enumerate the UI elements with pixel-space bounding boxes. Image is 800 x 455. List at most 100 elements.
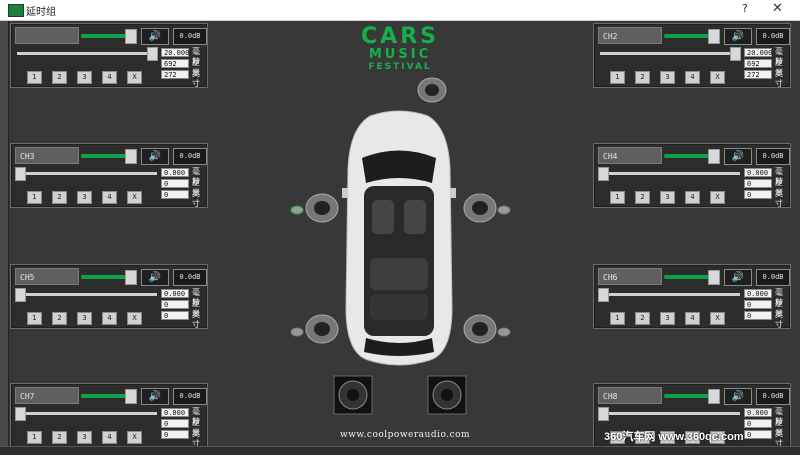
mute-speaker-button[interactable]: 🔊 bbox=[141, 269, 169, 286]
link-button-4[interactable]: 4 bbox=[102, 71, 117, 84]
delay-slider-track[interactable] bbox=[600, 52, 740, 55]
gain-slider-handle[interactable] bbox=[125, 149, 137, 164]
link-button-1[interactable]: 1 bbox=[27, 191, 42, 204]
gain-slider-track[interactable] bbox=[81, 394, 131, 398]
delay-cm-input[interactable]: 0 bbox=[161, 300, 189, 309]
delay-inch-input[interactable]: 0 bbox=[161, 190, 189, 199]
delay-ms-input[interactable]: 20.000 bbox=[161, 48, 189, 57]
link-button-4[interactable]: 4 bbox=[102, 312, 117, 325]
delay-inch-input[interactable]: 0 bbox=[161, 311, 189, 320]
mute-speaker-button[interactable]: 🔊 bbox=[141, 28, 169, 45]
link-button-1[interactable]: 1 bbox=[610, 71, 625, 84]
delay-slider-handle[interactable] bbox=[147, 47, 158, 61]
delay-slider-handle[interactable] bbox=[598, 288, 609, 302]
link-button-2[interactable]: 2 bbox=[52, 312, 67, 325]
link-button-3[interactable]: 3 bbox=[660, 71, 675, 84]
link-button-2[interactable]: 2 bbox=[52, 71, 67, 84]
gain-slider-handle[interactable] bbox=[125, 270, 137, 285]
delay-inch-input[interactable]: 0 bbox=[161, 430, 189, 439]
delay-slider-handle[interactable] bbox=[598, 167, 609, 181]
link-button-2[interactable]: 2 bbox=[52, 431, 67, 444]
gain-slider-handle[interactable] bbox=[708, 270, 720, 285]
gain-slider-handle[interactable] bbox=[125, 389, 137, 404]
delay-ms-input[interactable]: 0.000 bbox=[161, 408, 189, 417]
link-button-1[interactable]: 1 bbox=[27, 312, 42, 325]
help-button[interactable]: ? bbox=[742, 2, 748, 15]
delay-slider-track[interactable] bbox=[17, 52, 157, 55]
link-button-x[interactable]: X bbox=[710, 71, 725, 84]
delay-slider-handle[interactable] bbox=[15, 167, 26, 181]
close-button[interactable]: ✕ bbox=[772, 1, 783, 16]
delay-cm-input[interactable]: 692 bbox=[161, 59, 189, 68]
link-button-x[interactable]: X bbox=[710, 191, 725, 204]
link-button-4[interactable]: 4 bbox=[685, 71, 700, 84]
link-button-4[interactable]: 4 bbox=[685, 191, 700, 204]
delay-cm-input[interactable]: 0 bbox=[161, 419, 189, 428]
website-link[interactable]: www.coolpoweraudio.com bbox=[340, 430, 470, 440]
link-button-4[interactable]: 4 bbox=[685, 312, 700, 325]
gain-slider-handle[interactable] bbox=[708, 389, 720, 404]
link-button-2[interactable]: 2 bbox=[52, 191, 67, 204]
delay-slider-handle[interactable] bbox=[15, 407, 26, 421]
link-button-x[interactable]: X bbox=[127, 431, 142, 444]
delay-slider-track[interactable] bbox=[600, 412, 740, 415]
gain-slider-track[interactable] bbox=[664, 154, 714, 158]
link-button-3[interactable]: 3 bbox=[77, 71, 92, 84]
link-button-2[interactable]: 2 bbox=[635, 191, 650, 204]
link-button-x[interactable]: X bbox=[127, 71, 142, 84]
channel-name-field[interactable]: CH3 bbox=[15, 147, 79, 164]
mute-speaker-button[interactable]: 🔊 bbox=[724, 148, 752, 165]
delay-cm-input[interactable]: 0 bbox=[744, 419, 772, 428]
channel-name-field[interactable]: CH2 bbox=[598, 27, 662, 44]
channel-name-field[interactable] bbox=[15, 27, 79, 44]
gain-slider-track[interactable] bbox=[664, 34, 714, 38]
link-button-4[interactable]: 4 bbox=[102, 431, 117, 444]
mute-speaker-button[interactable]: 🔊 bbox=[724, 28, 752, 45]
link-button-3[interactable]: 3 bbox=[77, 191, 92, 204]
delay-ms-input[interactable]: 0.000 bbox=[161, 289, 189, 298]
delay-ms-input[interactable]: 0.000 bbox=[744, 408, 772, 417]
delay-slider-track[interactable] bbox=[17, 293, 157, 296]
link-button-1[interactable]: 1 bbox=[610, 191, 625, 204]
delay-inch-input[interactable]: 272 bbox=[161, 70, 189, 79]
delay-slider-track[interactable] bbox=[600, 172, 740, 175]
mute-speaker-button[interactable]: 🔊 bbox=[724, 388, 752, 405]
link-button-3[interactable]: 3 bbox=[77, 312, 92, 325]
link-button-2[interactable]: 2 bbox=[635, 312, 650, 325]
mute-speaker-button[interactable]: 🔊 bbox=[724, 269, 752, 286]
delay-cm-input[interactable]: 0 bbox=[744, 300, 772, 309]
gain-slider-handle[interactable] bbox=[708, 29, 720, 44]
delay-inch-input[interactable]: 0 bbox=[744, 311, 772, 320]
channel-name-field[interactable]: CH7 bbox=[15, 387, 79, 404]
delay-ms-input[interactable]: 0.000 bbox=[744, 168, 772, 177]
delay-slider-track[interactable] bbox=[600, 293, 740, 296]
link-button-x[interactable]: X bbox=[127, 191, 142, 204]
mute-speaker-button[interactable]: 🔊 bbox=[141, 148, 169, 165]
delay-inch-input[interactable]: 0 bbox=[744, 190, 772, 199]
delay-slider-track[interactable] bbox=[17, 412, 157, 415]
delay-inch-input[interactable]: 0 bbox=[744, 430, 772, 439]
link-button-1[interactable]: 1 bbox=[27, 71, 42, 84]
gain-slider-track[interactable] bbox=[81, 154, 131, 158]
delay-slider-handle[interactable] bbox=[598, 407, 609, 421]
delay-slider-handle[interactable] bbox=[730, 47, 741, 61]
channel-name-field[interactable]: CH8 bbox=[598, 387, 662, 404]
mute-speaker-button[interactable]: 🔊 bbox=[141, 388, 169, 405]
delay-ms-input[interactable]: 20.000 bbox=[744, 48, 772, 57]
gain-slider-track[interactable] bbox=[81, 34, 131, 38]
delay-cm-input[interactable]: 0 bbox=[744, 179, 772, 188]
gain-slider-track[interactable] bbox=[81, 275, 131, 279]
link-button-2[interactable]: 2 bbox=[635, 71, 650, 84]
gain-slider-handle[interactable] bbox=[708, 149, 720, 164]
delay-ms-input[interactable]: 0.000 bbox=[161, 168, 189, 177]
gain-slider-track[interactable] bbox=[664, 394, 714, 398]
delay-cm-input[interactable]: 692 bbox=[744, 59, 772, 68]
channel-name-field[interactable]: CH5 bbox=[15, 268, 79, 285]
link-button-x[interactable]: X bbox=[710, 312, 725, 325]
link-button-3[interactable]: 3 bbox=[660, 312, 675, 325]
gain-slider-handle[interactable] bbox=[125, 29, 137, 44]
delay-ms-input[interactable]: 0.000 bbox=[744, 289, 772, 298]
channel-name-field[interactable]: CH4 bbox=[598, 147, 662, 164]
delay-slider-handle[interactable] bbox=[15, 288, 26, 302]
channel-name-field[interactable]: CH6 bbox=[598, 268, 662, 285]
